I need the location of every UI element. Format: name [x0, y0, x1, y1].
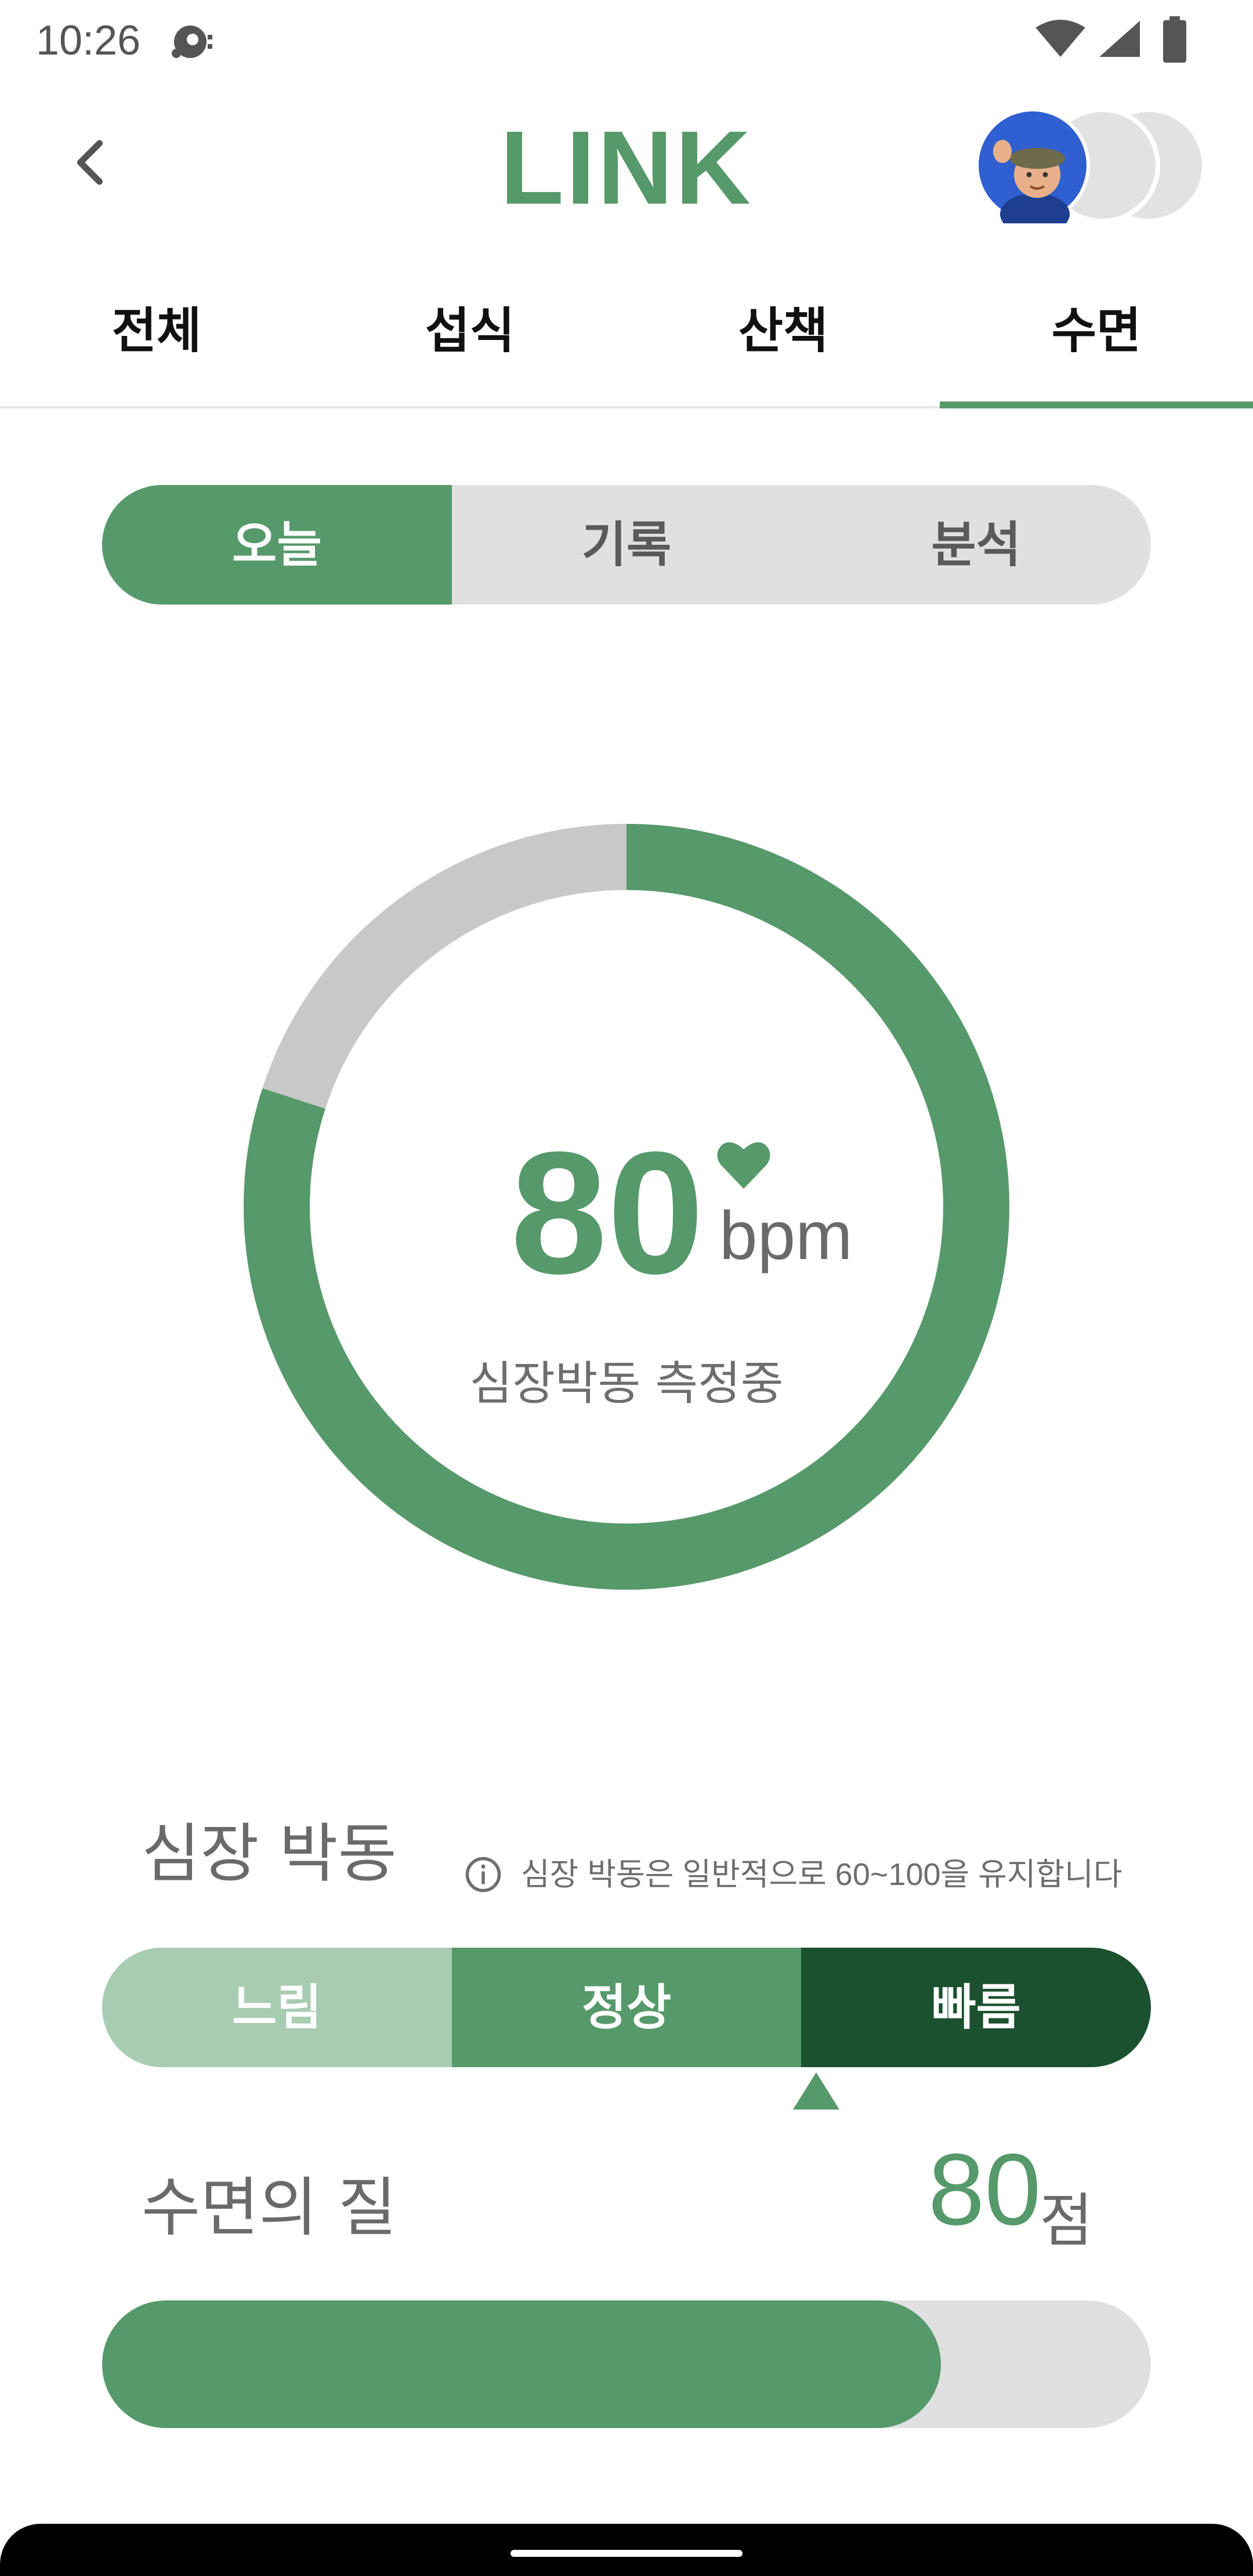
status-icons [1033, 16, 1224, 63]
tab-feeding[interactable]: 섭식 [313, 290, 626, 406]
status-time: 10:26 [36, 17, 141, 64]
avatar[interactable] [975, 107, 1091, 223]
period-segmented-control: 오늘 기록 분석 [102, 485, 1151, 605]
sleep-quality-score: 80 [928, 2133, 1041, 2246]
scale-normal: 정상 [451, 1948, 802, 2067]
heart-rate-info-text: 심장 박동은 일반적으로 60~100을 유지합니다 [521, 1857, 1122, 1892]
signal-icon [1099, 20, 1140, 57]
avatar-switcher[interactable] [975, 107, 1207, 223]
tab-active-indicator [940, 401, 1253, 408]
media-icon [172, 26, 212, 58]
sleep-quality-title: 수면의 질 [142, 2170, 397, 2245]
wifi-icon [1035, 19, 1085, 57]
sleep-quality-unit: 점 [1040, 2187, 1093, 2255]
tab-all[interactable]: 전체 [0, 290, 313, 406]
heart-rate-unit: bpm [719, 1197, 853, 1274]
heart-rate-title: 심장 박동 [142, 1817, 397, 1891]
scale-slow: 느림 [102, 1948, 452, 2067]
heart-rate-value: 80 [510, 1115, 704, 1310]
segment-history[interactable]: 기록 [452, 485, 802, 605]
sleep-quality-bar [102, 2300, 1151, 2428]
tab-sleep[interactable]: 수면 [940, 290, 1253, 406]
segment-analysis[interactable]: 분석 [801, 485, 1151, 605]
top-tabs: 전체 섭식 산책 수면 [0, 290, 1253, 406]
battery-icon [1163, 16, 1186, 63]
scale-marker-triangle-icon [793, 2072, 839, 2110]
sleep-quality-bar-fill [102, 2300, 941, 2428]
home-indicator[interactable] [510, 2550, 743, 2557]
info-icon[interactable] [464, 1855, 502, 1894]
tab-walk[interactable]: 산책 [626, 290, 940, 406]
heart-icon [717, 1142, 770, 1189]
scale-fast: 빠름 [801, 1948, 1151, 2067]
heart-rate-scale: 느림 정상 빠름 [102, 1948, 1151, 2067]
measuring-status: 심장박동 측정중 [469, 1356, 784, 1410]
segment-today[interactable]: 오늘 [102, 485, 452, 605]
